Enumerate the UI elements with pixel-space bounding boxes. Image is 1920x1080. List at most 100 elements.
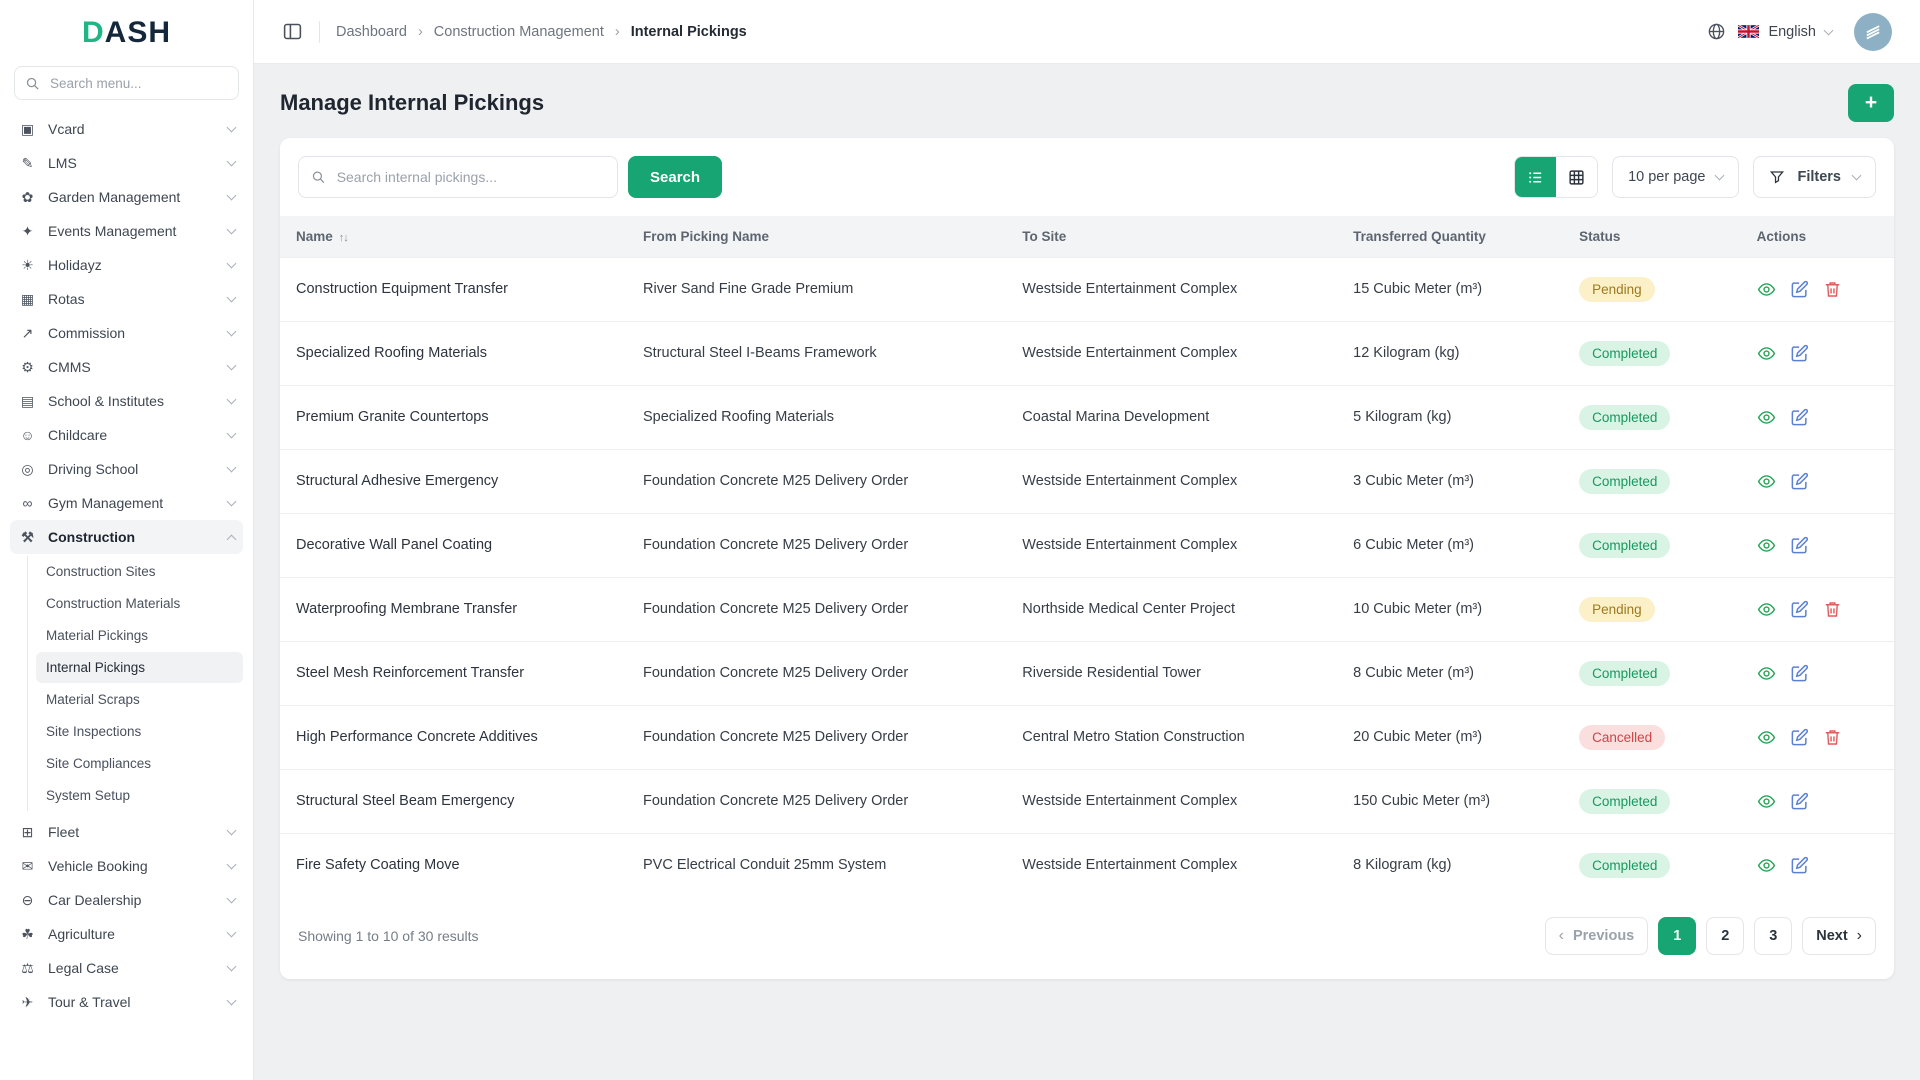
rotas-icon: ▦ [20, 290, 35, 307]
sidebar-item-construction-materials[interactable]: Construction Materials [36, 588, 243, 619]
sidebar-item-fleet[interactable]: ⊞ Fleet [10, 815, 243, 849]
sidebar-item-tour-travel[interactable]: ✈ Tour & Travel [10, 985, 243, 1019]
sidebar-item-driving-school[interactable]: ◎ Driving School [10, 452, 243, 486]
results-summary: Showing 1 to 10 of 30 results [298, 928, 479, 944]
edit-button[interactable] [1790, 472, 1809, 491]
edit-button[interactable] [1790, 408, 1809, 427]
construction-submenu: Construction Sites Construction Material… [27, 556, 243, 811]
add-button[interactable]: + [1848, 84, 1894, 122]
delete-button[interactable] [1823, 600, 1842, 619]
edit-button[interactable] [1790, 664, 1809, 683]
edit-button[interactable] [1790, 280, 1809, 299]
breadcrumb-separator: › [614, 23, 620, 40]
grid-view-button[interactable] [1556, 157, 1598, 197]
table-header-row: Name ↑↓ From Picking Name To Site Transfe… [280, 216, 1894, 257]
previous-page-button[interactable]: ‹ Previous [1544, 917, 1649, 955]
sidebar-item-site-compliances[interactable]: Site Compliances [36, 748, 243, 779]
view-button[interactable] [1757, 600, 1776, 619]
edit-button[interactable] [1790, 856, 1809, 875]
page-button-3[interactable]: 3 [1754, 917, 1793, 955]
view-button[interactable] [1757, 536, 1776, 555]
sidebar-item-system-setup[interactable]: System Setup [36, 780, 243, 811]
avatar[interactable] [1854, 12, 1892, 51]
page-button-2[interactable]: 2 [1706, 917, 1745, 955]
page-title: Manage Internal Pickings [280, 90, 545, 115]
chevron-down-icon [226, 462, 237, 473]
globe-icon[interactable] [1707, 22, 1726, 41]
table-row: Structural Steel Beam Emergency Foundati… [280, 768, 1894, 833]
filters-dropdown[interactable]: Filters [1753, 156, 1876, 198]
view-button[interactable] [1757, 728, 1776, 747]
legal-case-icon: ⚖ [21, 959, 34, 976]
status-badge: Completed [1579, 852, 1671, 878]
column-header-name[interactable]: Name ↑↓ [280, 216, 627, 257]
per-page-select[interactable]: 10 per page [1612, 156, 1740, 198]
view-button[interactable] [1757, 664, 1776, 683]
view-button[interactable] [1757, 856, 1776, 875]
chevron-down-icon [226, 258, 237, 269]
breadcrumb-construction-management[interactable]: Construction Management [434, 24, 604, 40]
sidebar-item-lms[interactable]: ✎ LMS [10, 146, 243, 180]
status-badge: Completed [1579, 468, 1671, 494]
sidebar-item-material-pickings[interactable]: Material Pickings [36, 620, 243, 651]
agriculture-icon: ☘ [21, 925, 34, 942]
table-footer: Showing 1 to 10 of 30 results ‹ Previous … [280, 897, 1894, 979]
breadcrumb-dashboard[interactable]: Dashboard [336, 24, 407, 40]
language-selector[interactable]: English [1738, 23, 1834, 40]
table-row: Steel Mesh Reinforcement Transfer Founda… [280, 640, 1894, 705]
sidebar-item-material-scraps[interactable]: Material Scraps [36, 684, 243, 715]
sidebar-item-car-dealership[interactable]: ⊖ Car Dealership [10, 883, 243, 917]
sidebar-item-site-inspections[interactable]: Site Inspections [36, 716, 243, 747]
lms-icon: ✎ [21, 154, 34, 171]
table-row: Premium Granite Countertops Specialized … [280, 384, 1894, 449]
sidebar-item-childcare[interactable]: ☺ Childcare [10, 418, 243, 452]
sidebar-item-construction-sites[interactable]: Construction Sites [36, 556, 243, 587]
status-badge: Pending [1579, 276, 1655, 302]
delete-button[interactable] [1823, 728, 1842, 747]
sidebar-item-rotas[interactable]: ▦ Rotas [10, 282, 243, 316]
view-button[interactable] [1757, 408, 1776, 427]
topbar-right: English [1707, 12, 1892, 51]
sidebar-item-commission[interactable]: ↗ Commission [10, 316, 243, 350]
sidebar-search-input[interactable] [48, 74, 228, 92]
status-badge: Completed [1579, 340, 1671, 366]
view-button[interactable] [1757, 344, 1776, 363]
sidebar-item-holidayz[interactable]: ☀ Holidayz [10, 248, 243, 282]
table-row: Specialized Roofing Materials Structural… [280, 320, 1894, 385]
edit-button[interactable] [1790, 792, 1809, 811]
delete-button[interactable] [1823, 280, 1842, 299]
chevron-down-icon [226, 224, 237, 235]
view-button[interactable] [1757, 280, 1776, 299]
sidebar-item-vehicle-booking[interactable]: ✉ Vehicle Booking [10, 849, 243, 883]
edit-button[interactable] [1790, 536, 1809, 555]
list-view-button[interactable] [1515, 157, 1557, 197]
column-header-to-site: To Site [1006, 216, 1338, 257]
sidebar-item-cmms[interactable]: ⚙ CMMS [10, 350, 243, 384]
chevron-down-icon [226, 893, 237, 904]
construction-icon: ⚒ [21, 528, 34, 545]
search-button[interactable]: Search [628, 156, 723, 198]
edit-button[interactable] [1790, 344, 1809, 363]
pickings-card: Search 10 per page [280, 138, 1894, 979]
sidebar-item-garden-management[interactable]: ✿ Garden Management [10, 180, 243, 214]
sidebar-item-agriculture[interactable]: ☘ Agriculture [10, 917, 243, 951]
sidebar-item-events-management[interactable]: ✦ Events Management [10, 214, 243, 248]
sidebar-toggle-button[interactable] [282, 21, 303, 42]
next-page-button[interactable]: Next › [1802, 917, 1876, 955]
view-button[interactable] [1757, 792, 1776, 811]
sidebar-item-construction[interactable]: ⚒ Construction [10, 520, 243, 554]
uk-flag-icon [1738, 25, 1760, 38]
view-button[interactable] [1757, 472, 1776, 491]
sidebar-item-school-institutes[interactable]: ▤ School & Institutes [10, 384, 243, 418]
page-button-1[interactable]: 1 [1658, 917, 1697, 955]
chevron-down-icon [226, 360, 237, 371]
search-input[interactable] [334, 168, 605, 186]
sidebar-item-legal-case[interactable]: ⚖ Legal Case [10, 951, 243, 985]
sidebar-item-gym-management[interactable]: ∞ Gym Management [10, 486, 243, 520]
sidebar-item-vcard[interactable]: ▣ Vcard [10, 112, 243, 146]
language-label: English [1768, 23, 1816, 40]
edit-button[interactable] [1790, 728, 1809, 747]
sidebar-item-internal-pickings[interactable]: Internal Pickings [36, 652, 243, 683]
edit-button[interactable] [1790, 600, 1809, 619]
breadcrumb-internal-pickings: Internal Pickings [630, 23, 747, 40]
